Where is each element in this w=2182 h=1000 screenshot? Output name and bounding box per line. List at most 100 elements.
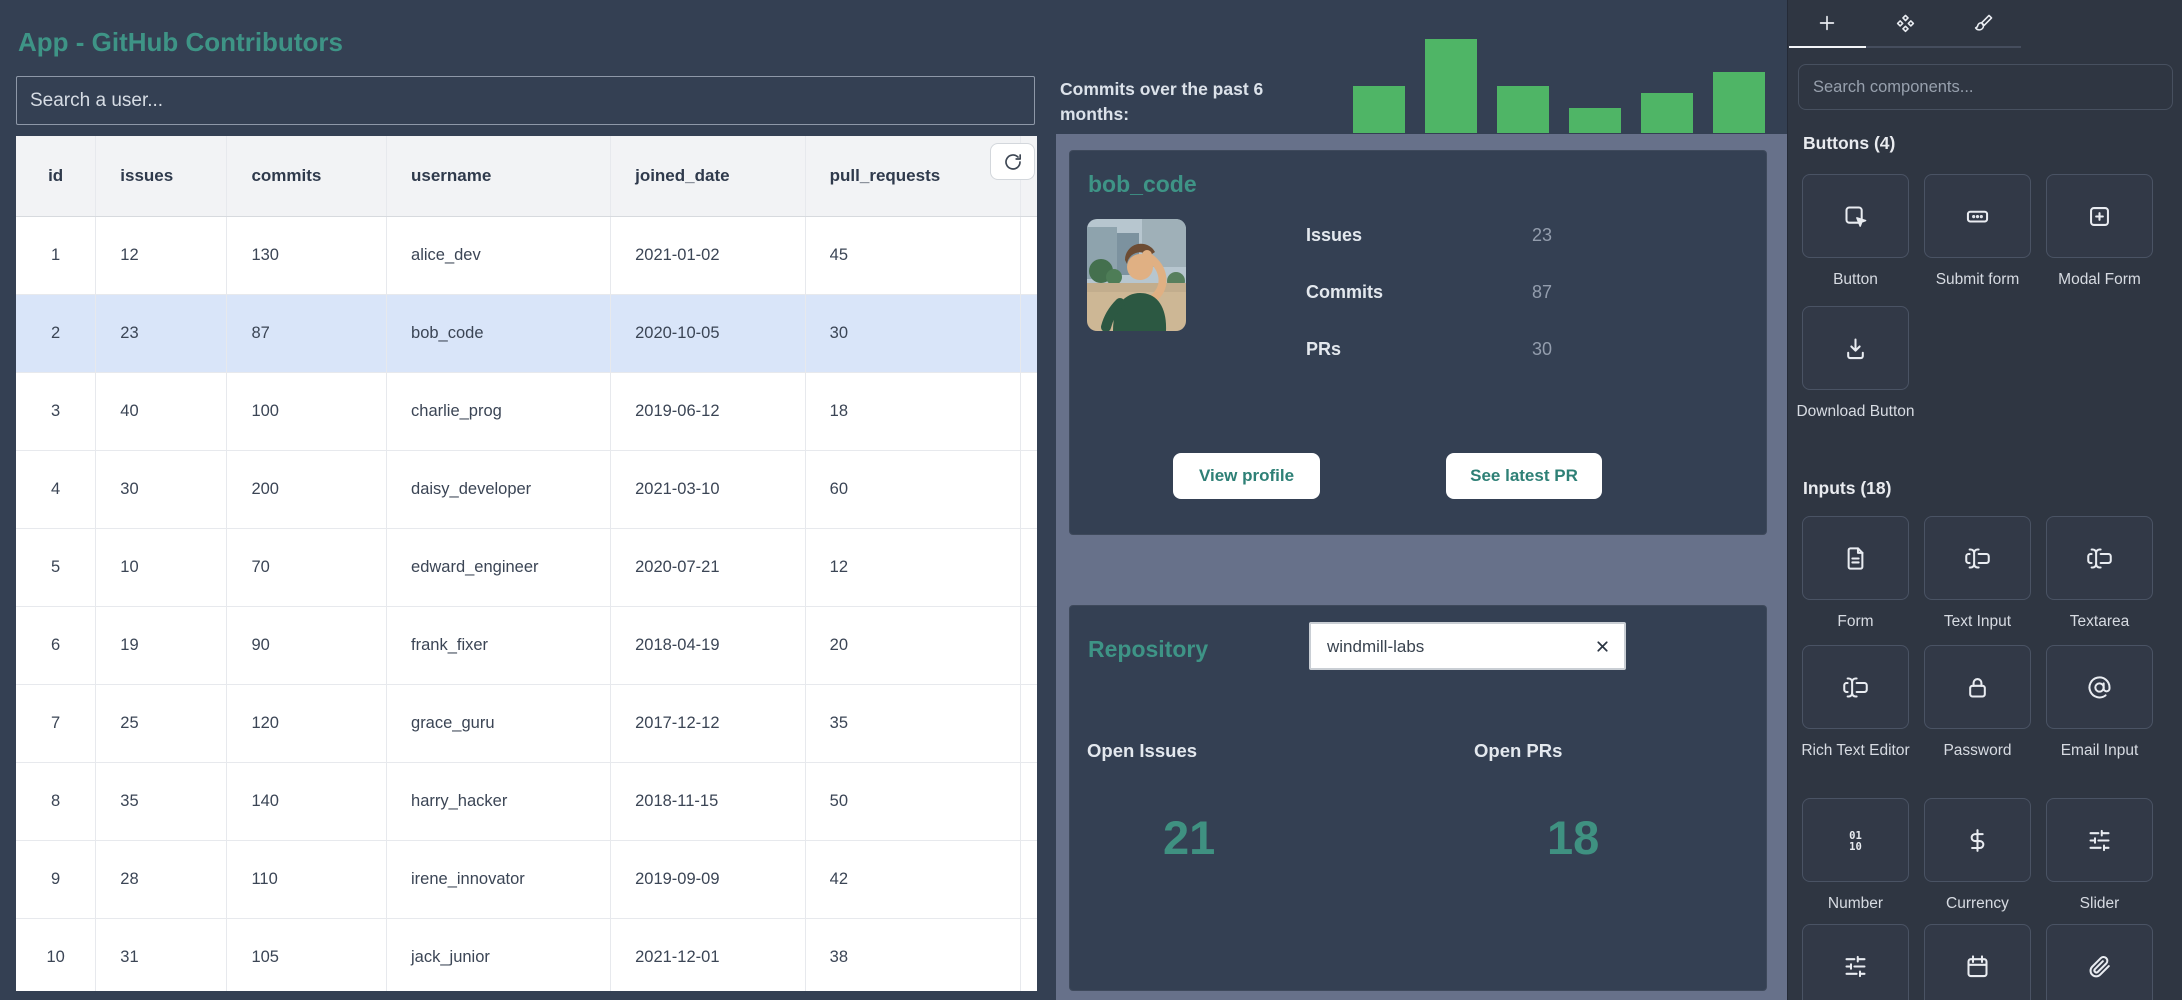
table-cell[interactable]: 200 (227, 451, 387, 529)
components-tab[interactable] (1866, 0, 1944, 46)
table-cell[interactable]: daisy_developer (387, 451, 611, 529)
table-cell[interactable]: 87 (227, 295, 387, 373)
table-row[interactable]: 430200daisy_developer2021-03-10602023-08 (16, 451, 1037, 529)
add-component-tab[interactable] (1788, 0, 1866, 46)
table-row[interactable]: 340100charlie_prog2019-06-12182023-08 (16, 373, 1037, 451)
table-cell[interactable]: 30 (96, 451, 227, 529)
table-cell[interactable]: 2023-07 (1020, 529, 1037, 607)
component-tile-password[interactable] (1924, 645, 2031, 729)
table-cell[interactable]: 42 (805, 841, 1020, 919)
table-cell[interactable]: 60 (805, 451, 1020, 529)
table-row[interactable]: 928110irene_innovator2019-09-09422023-08 (16, 841, 1037, 919)
table-cell[interactable]: charlie_prog (387, 373, 611, 451)
table-cell[interactable]: 19 (96, 607, 227, 685)
table-cell[interactable]: frank_fixer (387, 607, 611, 685)
table-cell[interactable]: 100 (227, 373, 387, 451)
see-latest-pr-button[interactable]: See latest PR (1446, 453, 1602, 499)
table-cell[interactable]: 2017-12-12 (611, 685, 806, 763)
table-row[interactable]: 1031105jack_junior2021-12-01382023-09 (16, 919, 1037, 992)
table-cell[interactable]: 2020-07-21 (611, 529, 806, 607)
table-cell[interactable]: 7 (16, 685, 96, 763)
table-cell[interactable]: 35 (96, 763, 227, 841)
table-cell[interactable]: 10 (16, 919, 96, 992)
table-cell[interactable]: 12 (805, 529, 1020, 607)
table-cell[interactable]: 2023-08 (1020, 841, 1037, 919)
component-tile-slider[interactable] (2046, 798, 2153, 882)
table-cell[interactable]: 28 (96, 841, 227, 919)
table-cell[interactable]: 18 (805, 373, 1020, 451)
table-cell[interactable]: 70 (227, 529, 387, 607)
view-profile-button[interactable]: View profile (1173, 453, 1320, 499)
table-cell[interactable]: 12 (96, 217, 227, 295)
refresh-table-button[interactable] (990, 143, 1035, 180)
table-cell[interactable]: 50 (805, 763, 1020, 841)
component-tile-submit-form[interactable] (1924, 174, 2031, 258)
table-cell[interactable]: 120 (227, 685, 387, 763)
table-cell[interactable]: 5 (16, 529, 96, 607)
table-cell[interactable]: 31 (96, 919, 227, 992)
table-cell[interactable]: 45 (805, 217, 1020, 295)
component-tile-currency[interactable] (1924, 798, 2031, 882)
table-cell[interactable]: 23 (96, 295, 227, 373)
table-cell[interactable]: 2018-04-19 (611, 607, 806, 685)
component-tile-paperclip-icon[interactable] (2046, 924, 2153, 1000)
table-cell[interactable]: 2 (16, 295, 96, 373)
table-cell[interactable]: 2021-01-02 (611, 217, 806, 295)
table-cell[interactable]: harry_hacker (387, 763, 611, 841)
component-tile-download-button[interactable] (1802, 306, 1909, 390)
table-cell[interactable]: 4 (16, 451, 96, 529)
table-cell[interactable]: 2019-09-09 (611, 841, 806, 919)
table-cell[interactable]: 10 (96, 529, 227, 607)
table-cell[interactable]: 2023-09 (1020, 295, 1037, 373)
table-cell[interactable]: 2021-03-10 (611, 451, 806, 529)
clear-repository-button[interactable] (1592, 636, 1612, 656)
repository-input[interactable] (1325, 624, 1579, 670)
search-user-input[interactable] (16, 76, 1035, 125)
component-tile-text-input[interactable] (1924, 516, 2031, 600)
table-cell[interactable]: 8 (16, 763, 96, 841)
component-tile-email-input[interactable] (2046, 645, 2153, 729)
component-tile-textarea[interactable] (2046, 516, 2153, 600)
table-cell[interactable]: 105 (227, 919, 387, 992)
search-components-input[interactable] (1798, 64, 2173, 110)
table-cell[interactable]: irene_innovator (387, 841, 611, 919)
table-cell[interactable]: 2021-12-01 (611, 919, 806, 992)
component-tile-button[interactable] (1802, 174, 1909, 258)
table-row[interactable]: 22387bob_code2020-10-05302023-09 (16, 295, 1037, 373)
table-cell[interactable]: 2019-06-12 (611, 373, 806, 451)
table-cell[interactable]: 6 (16, 607, 96, 685)
table-cell[interactable]: 2023-09 (1020, 919, 1037, 992)
table-cell[interactable]: 2023-08 (1020, 685, 1037, 763)
component-tile-calendar-icon[interactable] (1924, 924, 2031, 1000)
table-cell[interactable]: jack_junior (387, 919, 611, 992)
table-row[interactable]: 725120grace_guru2017-12-12352023-08 (16, 685, 1037, 763)
table-cell[interactable]: 30 (805, 295, 1020, 373)
table-row[interactable]: 61990frank_fixer2018-04-19202023-09 (16, 607, 1037, 685)
style-tab[interactable] (1944, 0, 2022, 46)
table-cell[interactable]: 40 (96, 373, 227, 451)
table-cell[interactable]: alice_dev (387, 217, 611, 295)
table-row[interactable]: 835140harry_hacker2018-11-15502023-06 (16, 763, 1037, 841)
component-tile-rich-text-editor[interactable] (1802, 645, 1909, 729)
table-cell[interactable]: 1 (16, 217, 96, 295)
component-tile-modal-form[interactable] (2046, 174, 2153, 258)
table-cell[interactable]: 140 (227, 763, 387, 841)
table-row[interactable]: 51070edward_engineer2020-07-21122023-07 (16, 529, 1037, 607)
table-cell[interactable]: 2023-06 (1020, 763, 1037, 841)
table-cell[interactable]: grace_guru (387, 685, 611, 763)
table-cell[interactable]: 9 (16, 841, 96, 919)
table-cell[interactable]: 2023-07 (1020, 217, 1037, 295)
table-cell[interactable]: 2023-08 (1020, 373, 1037, 451)
component-tile-form[interactable] (1802, 516, 1909, 600)
component-tile-number[interactable]: 0110 (1802, 798, 1909, 882)
table-cell[interactable]: 130 (227, 217, 387, 295)
table-cell[interactable]: 35 (805, 685, 1020, 763)
table-row[interactable]: 112130alice_dev2021-01-02452023-07 (16, 217, 1037, 295)
table-cell[interactable]: 2020-10-05 (611, 295, 806, 373)
table-cell[interactable]: edward_engineer (387, 529, 611, 607)
table-cell[interactable]: 38 (805, 919, 1020, 992)
table-cell[interactable]: 2023-09 (1020, 607, 1037, 685)
table-cell[interactable]: 2018-11-15 (611, 763, 806, 841)
table-cell[interactable]: 90 (227, 607, 387, 685)
table-cell[interactable]: 25 (96, 685, 227, 763)
